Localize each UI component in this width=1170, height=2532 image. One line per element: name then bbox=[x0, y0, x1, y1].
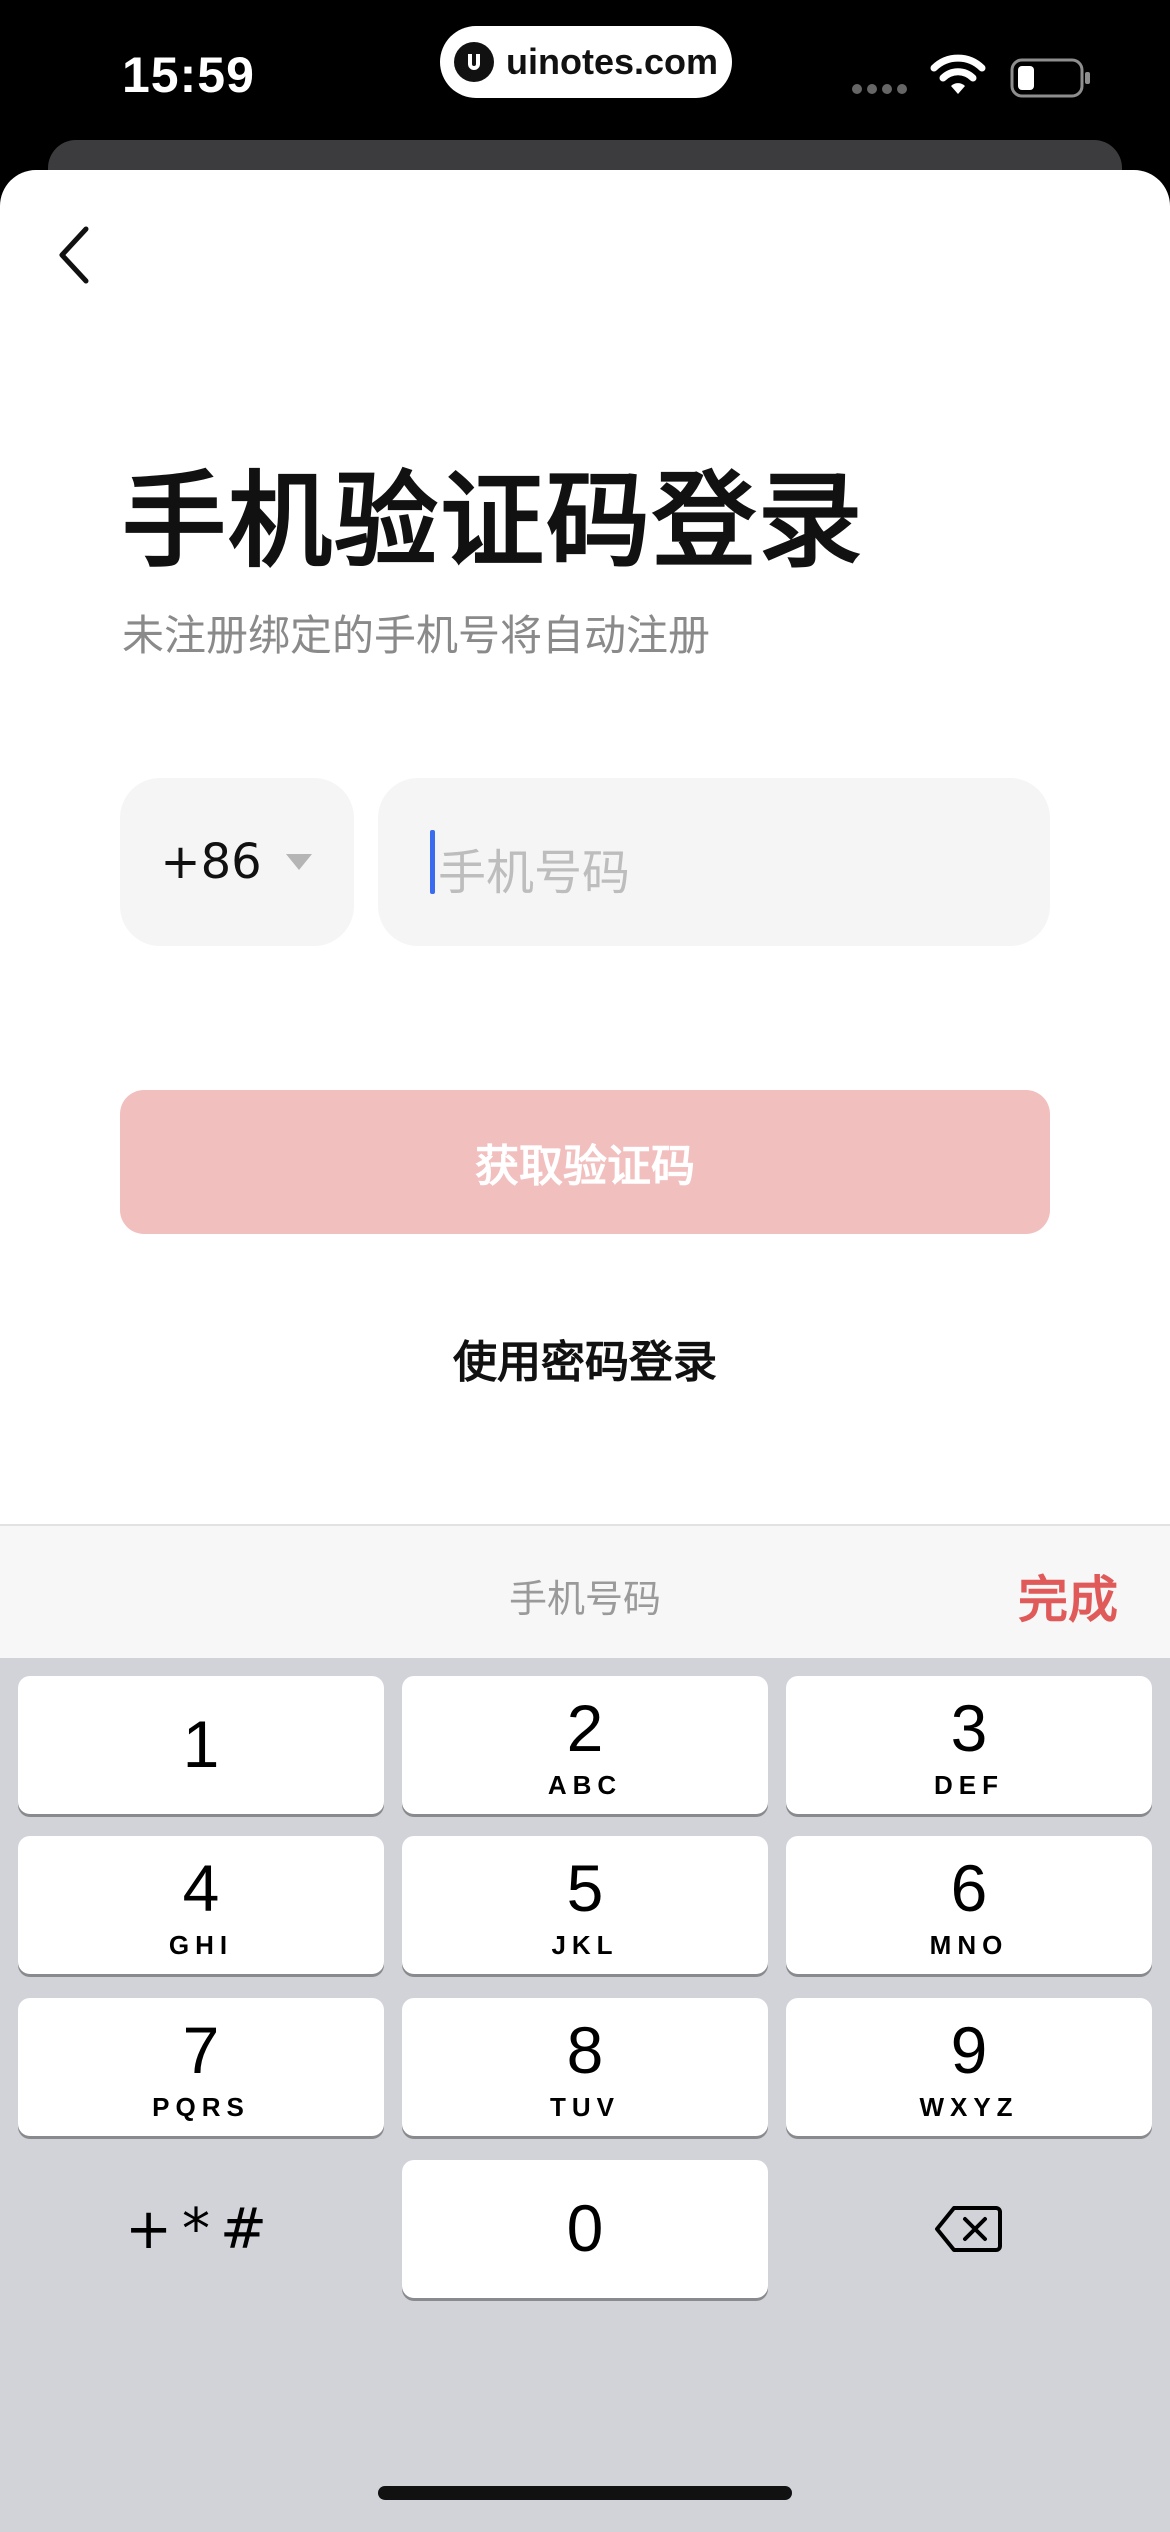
home-indicator bbox=[378, 2486, 792, 2500]
key-digit: 8 bbox=[566, 2013, 604, 2087]
country-code-value: +86 bbox=[160, 834, 262, 890]
key-letters: MNO bbox=[929, 1930, 1009, 1960]
key-4[interactable]: 4 GHI bbox=[18, 1836, 384, 1974]
password-login-link[interactable]: 使用密码登录 bbox=[0, 1326, 1170, 1390]
status-bar: 15:59 uinotes.com bbox=[0, 0, 1170, 150]
url-text: uinotes.com bbox=[505, 41, 719, 82]
key-1[interactable]: 1 bbox=[18, 1676, 384, 1814]
page-title: 手机验证码登录 bbox=[122, 460, 865, 582]
key-0[interactable]: 0 bbox=[402, 2160, 768, 2298]
status-time: 15:59 bbox=[122, 47, 255, 103]
key-digit: 9 bbox=[950, 2013, 988, 2087]
key-6[interactable]: 6 MNO bbox=[786, 1836, 1152, 1974]
backspace-icon bbox=[935, 2206, 1002, 2252]
key-symbols[interactable]: +*# bbox=[18, 2160, 384, 2298]
key-5[interactable]: 5 JKL bbox=[402, 1836, 768, 1974]
key-digit: 4 bbox=[182, 1851, 220, 1925]
key-digit: 6 bbox=[950, 1851, 988, 1925]
page-subtitle: 未注册绑定的手机号将自动注册 bbox=[122, 611, 711, 660]
text-caret bbox=[430, 830, 435, 894]
key-letters: PQRS bbox=[152, 2092, 250, 2122]
wifi-icon bbox=[930, 54, 986, 94]
uinotes-logo-icon bbox=[453, 42, 494, 82]
key-digit: 7 bbox=[182, 2013, 220, 2087]
key-9[interactable]: 9 WXYZ bbox=[786, 1998, 1152, 2136]
key-3[interactable]: 3 DEF bbox=[786, 1676, 1152, 1814]
key-letters: TUV bbox=[550, 2092, 620, 2122]
caret-down-icon bbox=[285, 854, 312, 870]
done-button[interactable]: 完成 bbox=[1018, 1560, 1118, 1632]
keyboard-toolbar-label: 手机号码 bbox=[508, 1577, 661, 1621]
key-2[interactable]: 2 ABC bbox=[402, 1676, 768, 1814]
key-letters: ABC bbox=[547, 1770, 623, 1800]
url-pill[interactable]: uinotes.com bbox=[440, 26, 732, 98]
numeric-keyboard: 1 2 ABC 3 DEF 4 GHI 5 JKL 6 MNO 7 PQRS 8… bbox=[0, 1658, 1170, 2532]
chevron-left-icon bbox=[59, 226, 89, 284]
key-digit: 1 bbox=[182, 1707, 220, 1781]
keyboard-toolbar: 手机号码 完成 bbox=[0, 1524, 1170, 1660]
key-digit: 5 bbox=[566, 1851, 604, 1925]
signal-icon bbox=[852, 84, 907, 94]
delete-key[interactable] bbox=[786, 2160, 1152, 2298]
phone-number-input[interactable]: 手机号码 bbox=[378, 778, 1050, 946]
key-8[interactable]: 8 TUV bbox=[402, 1998, 768, 2136]
country-code-selector[interactable]: +86 bbox=[120, 778, 354, 946]
get-code-label: 获取验证码 bbox=[475, 1141, 695, 1192]
key-digit: 2 bbox=[566, 1691, 604, 1765]
key-letters: GHI bbox=[168, 1930, 234, 1960]
key-digit: 0 bbox=[566, 2191, 604, 2265]
phone-placeholder: 手机号码 bbox=[438, 845, 631, 901]
get-code-button[interactable]: 获取验证码 bbox=[120, 1090, 1050, 1234]
key-letters: DEF bbox=[934, 1770, 1004, 1800]
key-letters: JKL bbox=[551, 1930, 619, 1960]
key-letters: WXYZ bbox=[919, 2092, 1019, 2122]
battery-icon bbox=[1010, 58, 1090, 98]
key-7[interactable]: 7 PQRS bbox=[18, 1998, 384, 2136]
key-digit: 3 bbox=[950, 1691, 988, 1765]
back-button[interactable] bbox=[44, 220, 104, 290]
